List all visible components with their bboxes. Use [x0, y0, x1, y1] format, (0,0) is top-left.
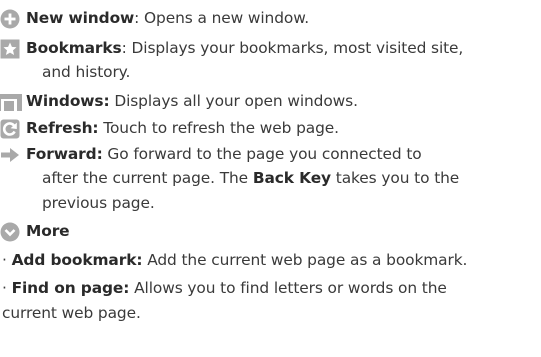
bullet-dot: · [2, 279, 7, 297]
forward-desc-cont2: previous page. [42, 194, 155, 212]
forward-label: Forward: [26, 145, 103, 163]
bookmarks-icon [0, 39, 20, 59]
new-window-icon [0, 9, 20, 29]
forward-desc: Go forward to the page you connected to [102, 145, 422, 163]
refresh-desc: Touch to refresh the web page. [98, 119, 339, 137]
windows-label: Windows: [26, 92, 110, 110]
bookmarks-desc: Displays your bookmarks, most visited si… [126, 39, 464, 57]
more-icon [0, 222, 20, 242]
find-on-page-desc-cont: current web page. [2, 304, 141, 322]
find-on-page-desc: Allows you to find letters or words on t… [129, 279, 447, 297]
item-windows: Windows: Displays all your open windows. [0, 91, 358, 113]
bullet-add-bookmark: · Add bookmark: Add the current web page… [2, 250, 467, 272]
bullet-dot: · [2, 251, 7, 269]
add-bookmark-label: Add bookmark: [11, 251, 143, 269]
refresh-icon [0, 119, 20, 139]
item-refresh: Refresh: Touch to refresh the web page. [0, 118, 339, 140]
bookmarks-label: Bookmarks [26, 39, 122, 57]
bullet-find-on-page: · Find on page: Allows you to find lette… [2, 278, 447, 300]
new-window-label: New window [26, 9, 135, 27]
back-key-label: Back Key [252, 169, 331, 187]
windows-icon [0, 92, 22, 112]
help-page: New window: Opens a new window. Bookmark… [0, 0, 541, 357]
find-on-page-label: Find on page: [11, 279, 130, 297]
forward-icon [0, 145, 20, 165]
refresh-label: Refresh: [26, 119, 99, 137]
more-label: More [26, 222, 70, 240]
item-forward: Forward: Go forward to the page you conn… [0, 144, 422, 166]
forward-desc-cont: after the current page. The Back Key tak… [42, 169, 460, 187]
windows-desc: Displays all your open windows. [109, 92, 358, 110]
item-new-window: New window: Opens a new window. [0, 8, 309, 30]
new-window-desc: Opens a new window. [139, 9, 310, 27]
bookmarks-desc-cont: and history. [42, 63, 131, 81]
add-bookmark-desc: Add the current web page as a bookmark. [142, 251, 468, 269]
item-bookmarks: Bookmarks: Displays your bookmarks, most… [0, 38, 463, 60]
item-more: More [0, 221, 70, 243]
